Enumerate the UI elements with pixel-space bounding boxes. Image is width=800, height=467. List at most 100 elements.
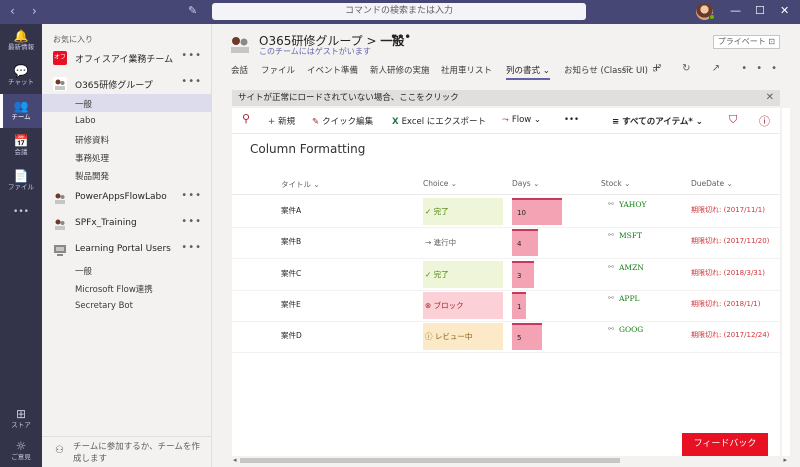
rail-item-store[interactable]: ⊞ ストア (0, 402, 42, 436)
more-commands-icon[interactable]: ••• (564, 115, 579, 125)
presence-status-icon (709, 14, 715, 20)
stock-symbol[interactable]: YAHOY (619, 200, 646, 209)
add-team-icon: ⚇ (55, 445, 64, 456)
column-header-stock[interactable]: Stock ⌄ (601, 179, 630, 188)
rail-item-chat[interactable]: 💬 チャット (0, 59, 42, 93)
team-name: O365研修グループ (75, 81, 153, 91)
channel-name: Microsoft Flow連携 (75, 285, 153, 295)
guest-notice[interactable]: このチームにはゲストがいます (259, 46, 371, 57)
close-window-icon[interactable]: ✕ (780, 4, 789, 17)
more-options-icon[interactable]: ••• (181, 76, 202, 87)
sharepoint-list: ⚲ + 新規 ✎ クイック編集 X Excel にエクスポート ⤳ Flow ⌄ •••… (232, 108, 780, 456)
new-label: 新規 (278, 117, 296, 127)
tab-event-prep[interactable]: イベント準備 (307, 64, 358, 76)
scroll-left-icon[interactable]: ◂ (233, 456, 237, 464)
new-button[interactable]: + 新規 (268, 115, 295, 127)
column-header-days[interactable]: Days ⌄ (512, 179, 539, 188)
channel-item-flow[interactable]: Microsoft Flow連携 (42, 279, 212, 297)
team-item-office-eye[interactable]: オフ オフィスアイ業務チーム ••• (42, 48, 212, 68)
channel-more-icon[interactable]: ••• (390, 30, 411, 44)
team-item-spfx[interactable]: SPFx_Training ••• (42, 214, 212, 234)
command-search-input[interactable]: コマンドの検索または入力 (212, 3, 586, 20)
link-icon: ⚯ (608, 294, 614, 302)
days-value: 1 (517, 303, 522, 311)
table-row[interactable]: 案件C ✓ 完了 3 ⚯ AMZN 期限切れ: (2018/3/31) (232, 260, 780, 291)
info-icon[interactable]: ⓘ (759, 113, 770, 129)
rail-item-more[interactable]: ••• (0, 200, 42, 234)
more-options-icon[interactable]: ••• (181, 190, 202, 201)
reload-banner[interactable]: サイトが正常にロードされていない場合、ここをクリック ✕ (232, 90, 780, 106)
compose-icon[interactable]: ✎ (188, 4, 202, 18)
quick-edit-button[interactable]: ✎ クイック編集 (312, 115, 373, 127)
close-banner-icon[interactable]: ✕ (766, 90, 774, 106)
column-header-duedate[interactable]: DueDate ⌄ (691, 179, 733, 188)
vertical-scrollbar[interactable] (782, 108, 790, 456)
channel-item-product-dev[interactable]: 製品開発 (42, 166, 212, 184)
export-excel-label: Excel にエクスポート (401, 117, 487, 127)
team-item-o365[interactable]: O365研修グループ ••• (42, 74, 212, 94)
filter-icon[interactable]: ⛉ (729, 113, 737, 127)
row-title[interactable]: 案件A (281, 205, 301, 216)
tab-files[interactable]: ファイル (261, 64, 295, 76)
search-icon[interactable]: ⚲ (242, 112, 250, 125)
plus-icon: + (268, 117, 276, 127)
days-value: 5 (517, 334, 522, 342)
stock-symbol[interactable]: AMZN (619, 263, 644, 272)
join-or-create-team[interactable]: ⚇ チームに参加するか、チームを作成します (42, 436, 212, 467)
maximize-icon[interactable]: ☐ (755, 4, 765, 17)
tab-action-icons[interactable]: ▭ ⤢ ↻ ↗ ••• (622, 63, 786, 74)
row-title[interactable]: 案件E (281, 299, 301, 310)
tab-conversations[interactable]: 会話 (231, 64, 248, 76)
rail-label: ファイル (8, 183, 34, 191)
team-item-learning-portal[interactable]: Learning Portal Users ••• (42, 240, 212, 260)
stock-symbol[interactable]: MSFT (619, 231, 642, 240)
rail-item-activity[interactable]: 🔔 最新情報 (0, 24, 42, 58)
column-header-title[interactable]: タイトル ⌄ (281, 179, 320, 190)
team-item-powerapps[interactable]: PowerAppsFlowLabo ••• (42, 188, 212, 208)
forward-arrow-icon[interactable]: › (32, 4, 37, 18)
days-value: 4 (517, 240, 522, 248)
stock-symbol[interactable]: GOOG (619, 325, 643, 334)
table-row[interactable]: 案件D ⓘ レビュー中 5 ⚯ GOOG 期限切れ: (2017/12/24) (232, 322, 780, 353)
rail-item-meetings[interactable]: 📅 会議 (0, 129, 42, 163)
row-title[interactable]: 案件D (281, 330, 302, 341)
channel-item-admin[interactable]: 事務処理 (42, 148, 212, 166)
row-title[interactable]: 案件C (281, 268, 301, 279)
privacy-badge[interactable]: プライベート ⊡ (712, 35, 780, 49)
scrollbar-thumb[interactable] (240, 458, 620, 463)
more-options-icon[interactable]: ••• (181, 216, 202, 227)
row-title[interactable]: 案件B (281, 236, 301, 247)
stock-symbol[interactable]: APPL (619, 294, 640, 303)
back-arrow-icon[interactable]: ‹ (10, 4, 15, 18)
team-logo (53, 77, 67, 91)
favorites-header: お気に入り (53, 35, 93, 44)
scroll-right-icon[interactable]: ▸ (783, 456, 787, 464)
table-row[interactable]: 案件A ✓ 完了 10 ⚯ YAHOY 期限切れ: (2017/11/1) (232, 197, 780, 228)
rail-item-files[interactable]: 📄 ファイル (0, 164, 42, 198)
minimize-icon[interactable]: — (730, 4, 741, 17)
flow-label: Flow ⌄ (511, 115, 542, 125)
horizontal-scrollbar[interactable]: ◂ ▸ (232, 456, 788, 465)
channel-item-general[interactable]: 一般 (42, 261, 212, 279)
channel-name: 製品開発 (75, 172, 110, 182)
rail-item-teams[interactable]: 👥 チーム (0, 94, 42, 128)
choice-pill: ✓ 完了 (423, 198, 503, 225)
tab-company-cars[interactable]: 社用車リスト (441, 64, 492, 76)
channel-item-general[interactable]: 一般 (42, 94, 212, 112)
channel-item-secretary-bot[interactable]: Secretary Bot (42, 297, 212, 315)
export-excel-button[interactable]: X Excel にエクスポート (392, 115, 486, 127)
flow-button[interactable]: ⤳ Flow ⌄ (502, 115, 541, 125)
table-row[interactable]: 案件E ⊗ ブロック 1 ⚯ APPL 期限切れ: (2018/1/1) (232, 291, 780, 322)
channel-item-labo[interactable]: Labo (42, 112, 212, 130)
rail-item-feedback[interactable]: ☼ ご意見 (0, 434, 42, 467)
table-row[interactable]: 案件B → 進行中 4 ⚯ MSFT 期限切れ: (2017/11/20) (232, 228, 780, 259)
more-options-icon[interactable]: ••• (181, 242, 202, 253)
tab-column-formatting[interactable]: 列の書式 ⌄ (506, 64, 550, 80)
feedback-button[interactable]: フィードバック (682, 433, 768, 456)
link-icon: ⚯ (608, 231, 614, 239)
view-selector[interactable]: ≡ すべてのアイテム* ⌄ (612, 115, 703, 127)
more-options-icon[interactable]: ••• (181, 50, 202, 61)
channel-item-training-materials[interactable]: 研修資料 (42, 130, 212, 148)
tab-new-hire-training[interactable]: 新人研修の実施 (370, 64, 430, 76)
column-header-choice[interactable]: Choice ⌄ (423, 179, 457, 188)
